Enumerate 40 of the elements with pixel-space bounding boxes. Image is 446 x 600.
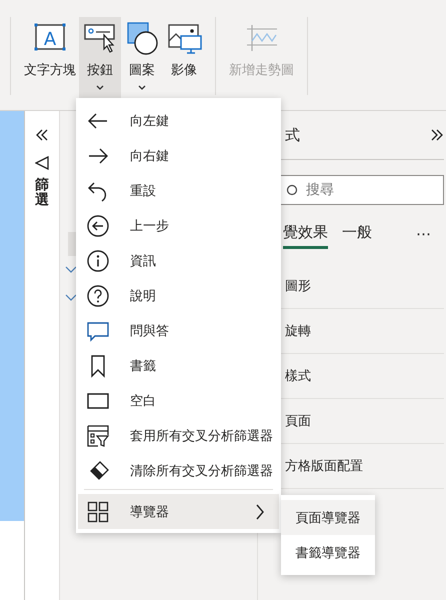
filter-icon (35, 156, 49, 170)
more-button[interactable]: ⋯ (410, 224, 437, 244)
info-icon (86, 248, 110, 272)
menu-item[interactable]: 問與答 (76, 313, 281, 348)
expand-icon[interactable] (430, 129, 444, 141)
ribbon-button[interactable]: 圖案 (121, 17, 163, 99)
help-icon (86, 284, 110, 308)
search-icon (286, 184, 298, 196)
tab[interactable]: 一般 (342, 219, 372, 249)
ribbon-button[interactable]: 按鈕 (79, 17, 121, 99)
menu-item[interactable]: 向左鍵 (76, 103, 281, 138)
chevron-down-icon[interactable] (65, 266, 77, 274)
filters-pane-label[interactable]: 篩選 (35, 178, 49, 209)
menu-item[interactable]: 套用所有交叉分析篩選器 (76, 418, 281, 453)
chevron-right-icon (255, 504, 265, 520)
menu-item[interactable]: 書籤 (76, 348, 281, 383)
chevron-down-icon (95, 85, 105, 91)
menu-item[interactable]: 資訊 (76, 243, 281, 278)
submenu-item[interactable]: 頁面導覽器 (281, 500, 375, 535)
filter-table-icon (86, 424, 110, 448)
menu-item[interactable]: 說明 (76, 278, 281, 313)
menu-item[interactable]: 向右鍵 (76, 138, 281, 173)
submenu-item[interactable]: 書籤導覽器 (281, 535, 375, 570)
menu-item[interactable]: 清除所有交叉分析篩選器 (76, 453, 281, 488)
pane-title: 式 (285, 126, 300, 144)
menu-item[interactable]: 上一步 (76, 208, 281, 243)
menu-item[interactable]: 導覽器 (78, 494, 279, 529)
chevron-down-icon (137, 85, 147, 91)
ribbon-button[interactable]: A 文字方塊 (21, 17, 79, 99)
section-header[interactable]: 方格版面配置 (285, 457, 363, 475)
section-header[interactable]: 圖形 (285, 277, 311, 295)
ribbon-button[interactable]: 影像 (163, 17, 205, 99)
section-header[interactable]: 旋轉 (285, 322, 311, 340)
section-header[interactable]: 頁面 (285, 412, 311, 430)
menu-item[interactable]: 空白 (76, 383, 281, 418)
section-header[interactable]: 樣式 (285, 367, 311, 385)
collapse-icon[interactable] (35, 129, 49, 141)
grid-icon (86, 500, 110, 524)
chevron-down-icon[interactable] (65, 294, 77, 302)
icon-letter: A (44, 29, 56, 50)
